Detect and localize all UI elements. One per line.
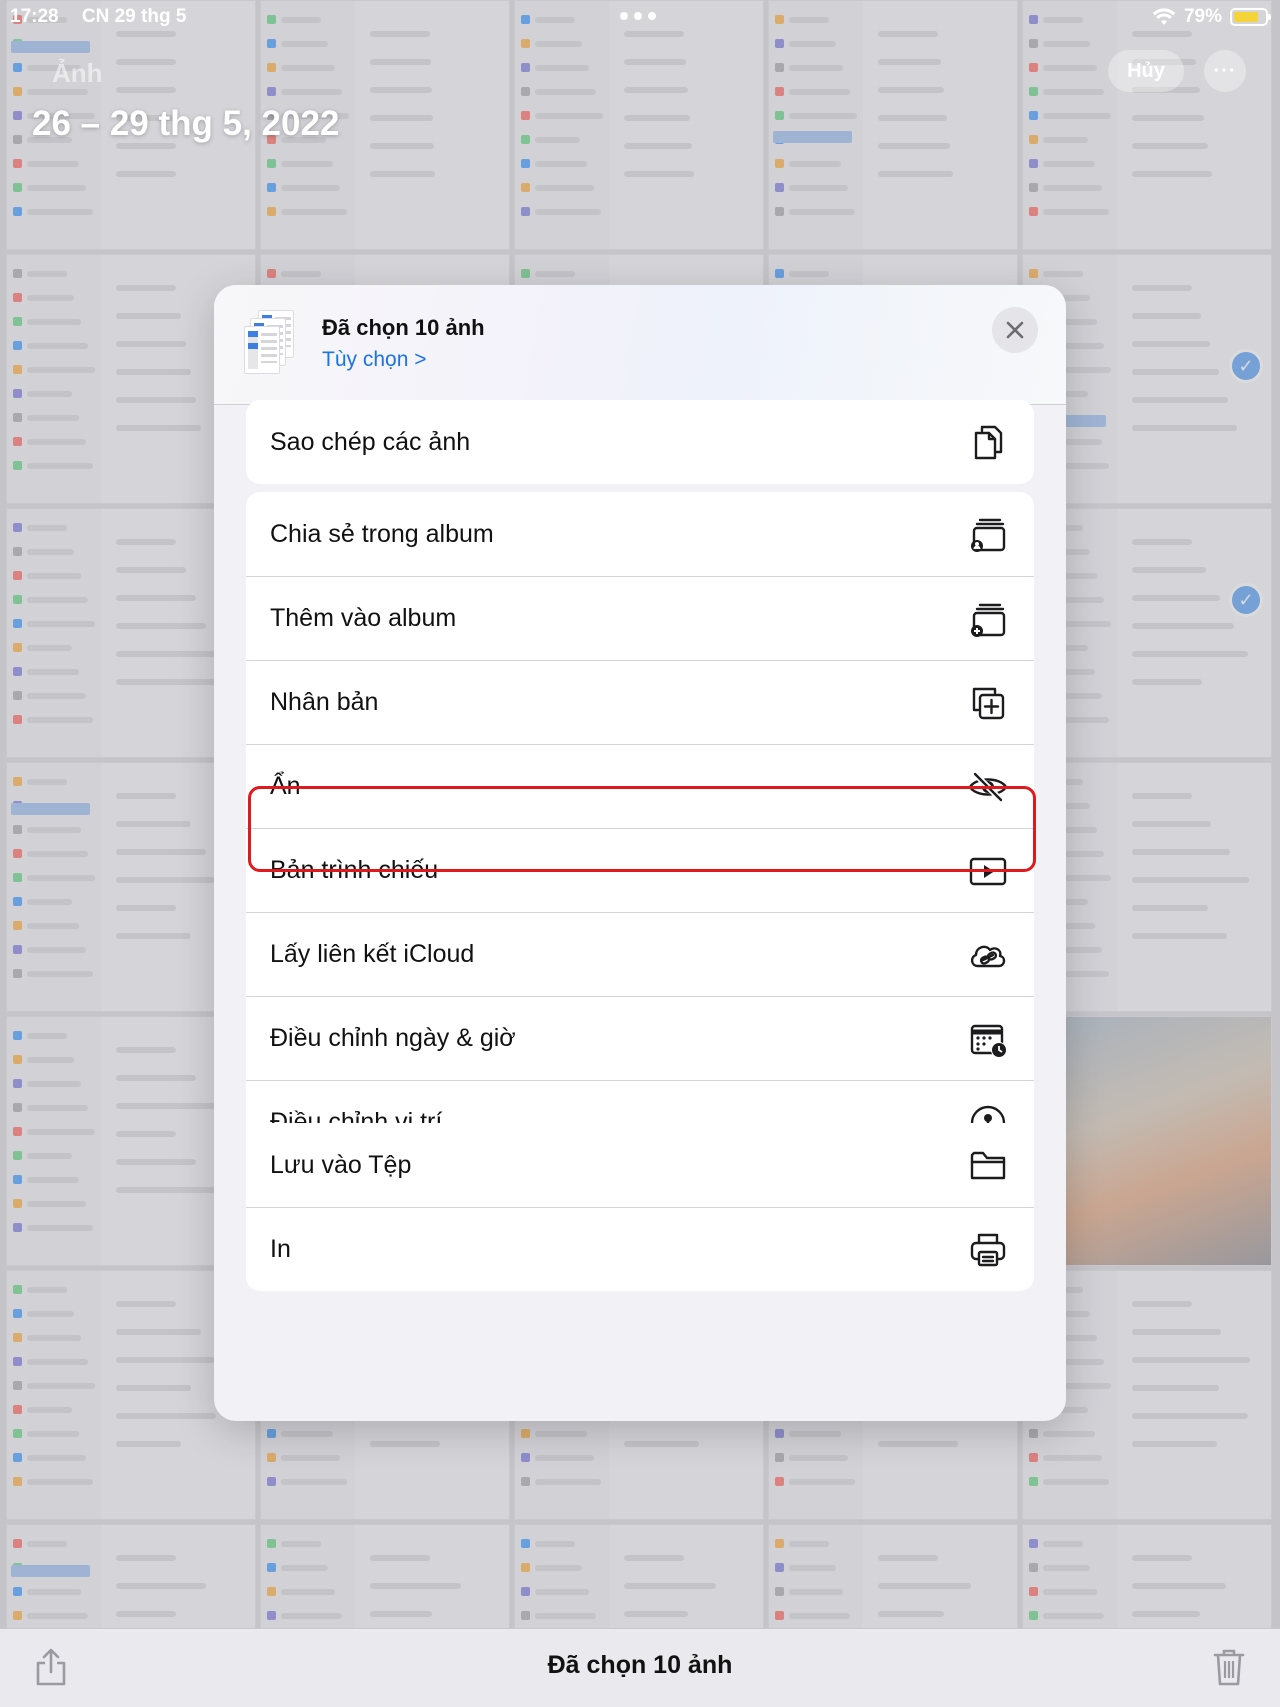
action-row[interactable]: Sao chép các ảnh: [246, 400, 1034, 484]
more-options-button[interactable]: ···: [1204, 50, 1246, 92]
bottom-toolbar: Đã chọn 10 ảnh: [0, 1628, 1280, 1707]
action-row[interactable]: Lưu vào Tệp: [246, 1123, 1034, 1207]
copy-icon: [968, 422, 1008, 462]
selection-count-title: Đã chọn 10 ảnh: [547, 1651, 733, 1679]
multitasking-indicator[interactable]: [620, 12, 656, 20]
action-label: Lấy liên kết iCloud: [270, 940, 475, 968]
options-link[interactable]: Tùy chọn >: [322, 348, 426, 372]
action-row[interactable]: In: [246, 1207, 1034, 1291]
action-group: Lưu vào Tệp In: [246, 1123, 1034, 1291]
action-row[interactable]: Chia sẻ trong album: [246, 492, 1034, 576]
printer-icon: [968, 1230, 1008, 1270]
duplicate-icon: [968, 683, 1008, 723]
library-label: Ảnh: [52, 58, 103, 88]
add-to-album-icon: [968, 599, 1008, 639]
action-label: Điều chỉnh ngày & giờ: [270, 1024, 516, 1052]
folder-icon: [968, 1145, 1008, 1185]
battery-icon: [1230, 8, 1271, 26]
action-label: Lưu vào Tệp: [270, 1150, 412, 1179]
date-range-title: 26 – 29 thg 5, 2022: [32, 104, 340, 143]
close-icon: [1006, 321, 1024, 339]
action-label: In: [270, 1235, 291, 1263]
selection-thumbnail: [244, 310, 302, 376]
action-label: Sao chép các ảnh: [270, 427, 471, 456]
close-button[interactable]: [992, 307, 1038, 353]
shared-album-icon: [968, 514, 1008, 554]
trash-icon[interactable]: [1212, 1647, 1246, 1687]
cancel-button[interactable]: Hủy: [1108, 50, 1184, 92]
share-sheet-title: Đã chọn 10 ảnh: [322, 315, 485, 340]
action-row[interactable]: Điều chỉnh ngày & giờ: [246, 996, 1034, 1080]
highlight-annotation: [248, 786, 1036, 872]
wifi-icon: [1152, 8, 1176, 25]
action-group: Sao chép các ảnh: [246, 400, 1034, 484]
action-row[interactable]: Nhân bản: [246, 660, 1034, 744]
status-time: 17:28: [10, 6, 59, 27]
action-row[interactable]: Lấy liên kết iCloud: [246, 912, 1034, 996]
action-label: Nhân bản: [270, 688, 379, 716]
cloud-link-icon: [968, 935, 1008, 975]
action-label: Thêm vào album: [270, 604, 457, 632]
action-label: Chia sẻ trong album: [270, 519, 494, 548]
status-date: CN 29 thg 5: [81, 6, 187, 27]
share-sheet-header: Đã chọn 10 ảnh Tùy chọn >: [214, 285, 1066, 405]
action-row[interactable]: Thêm vào album: [246, 576, 1034, 660]
battery-percent: 79%: [1183, 6, 1222, 27]
calendar-clock-icon: [968, 1019, 1008, 1059]
